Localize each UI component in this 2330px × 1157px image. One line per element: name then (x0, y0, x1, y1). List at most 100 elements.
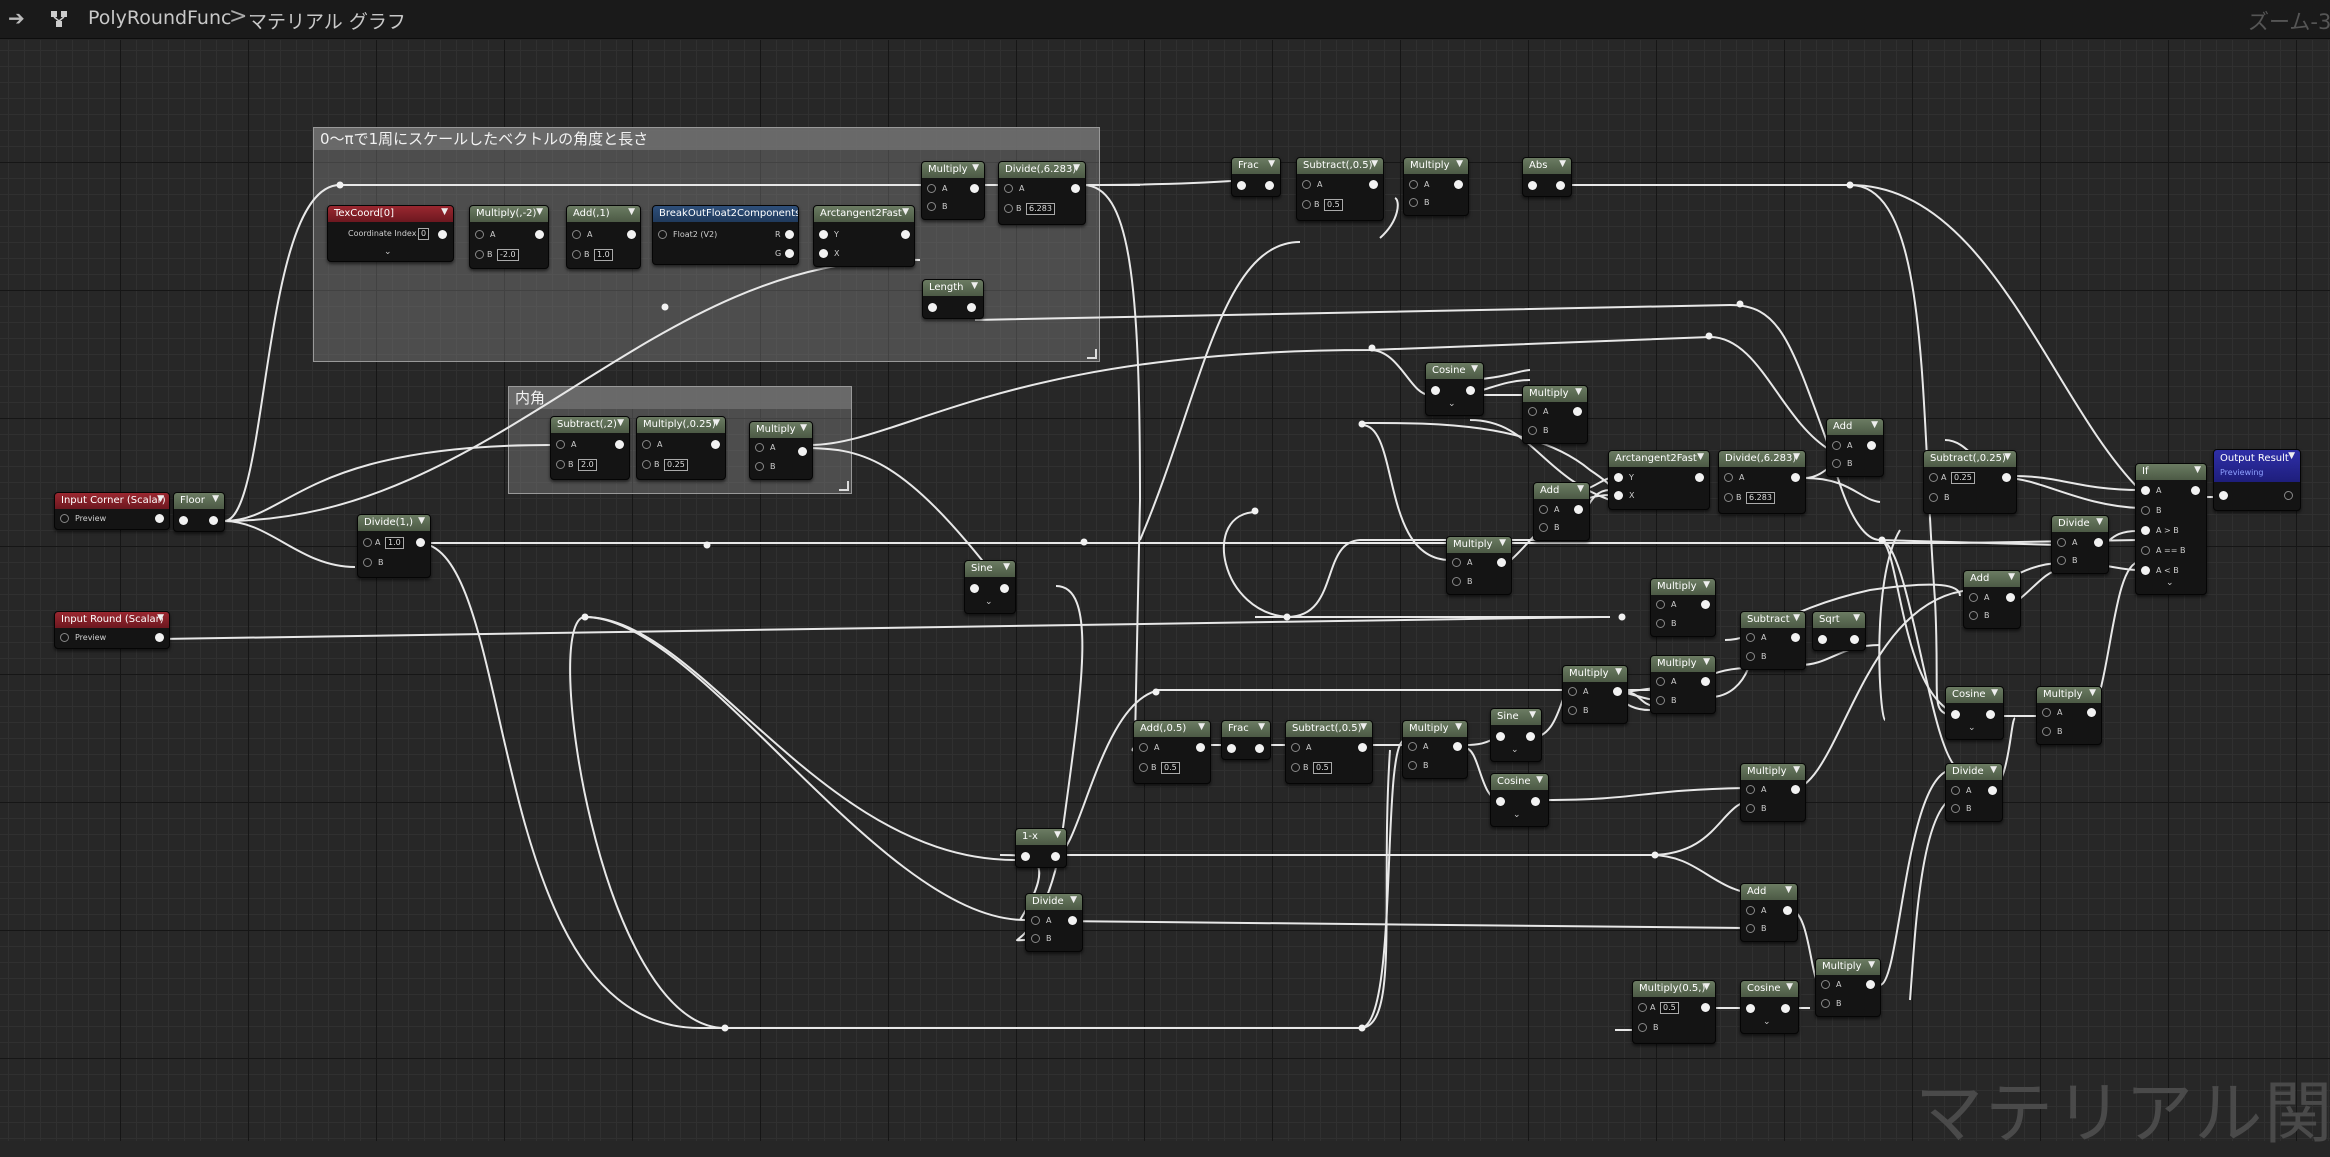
sine-node[interactable]: Sine ▼ ⌄ (1490, 708, 1542, 762)
input-pin-b[interactable] (1302, 200, 1311, 209)
expand-chevron-icon[interactable]: ⌄ (985, 597, 993, 607)
chevron-down-icon[interactable]: ▼ (1577, 484, 1584, 494)
chevron-down-icon[interactable]: ▼ (2004, 452, 2011, 462)
output-pin[interactable] (1453, 742, 1462, 751)
input-pin-a[interactable] (556, 440, 565, 449)
pin-b-value-field[interactable]: 0.5 (1313, 762, 1332, 774)
multiply-node[interactable]: Multiply ▼ A B (749, 421, 813, 480)
output-pin[interactable] (535, 230, 544, 239)
divide-node[interactable]: Divide ▼ A B (2051, 515, 2109, 574)
output-pin[interactable] (1358, 743, 1367, 752)
output-pin[interactable] (209, 516, 218, 525)
cosine-node[interactable]: Cosine ▼ ⌄ (1740, 980, 1799, 1034)
output-pin[interactable] (615, 440, 624, 449)
input-pin-a[interactable] (2057, 538, 2066, 547)
pin-a-value-field[interactable]: 1.0 (385, 537, 404, 549)
output-pin[interactable] (1986, 710, 1995, 719)
input-pin-b[interactable] (1969, 611, 1978, 620)
input-round-node[interactable]: Input Round (Scalar) ▼ Preview (54, 611, 170, 649)
output-pin[interactable] (155, 633, 164, 642)
pin-b-value-field[interactable]: 2.0 (578, 459, 597, 471)
input-pin[interactable] (1431, 386, 1440, 395)
output-pin-g[interactable] (785, 249, 794, 258)
chevron-down-icon[interactable]: ▼ (157, 613, 164, 623)
chevron-down-icon[interactable]: ▼ (972, 163, 979, 173)
chevron-down-icon[interactable]: ▼ (1615, 667, 1622, 677)
input-pin-b[interactable] (572, 250, 581, 259)
chevron-down-icon[interactable]: ▼ (1871, 420, 1878, 430)
input-pin-b[interactable] (363, 558, 372, 567)
input-pin-b[interactable] (1031, 934, 1040, 943)
input-pin-a[interactable] (1004, 184, 1013, 193)
input-pin-b[interactable] (556, 460, 565, 469)
chevron-down-icon[interactable]: ▼ (1990, 765, 1997, 775)
output-pin[interactable] (1866, 980, 1875, 989)
output-pin[interactable] (1574, 505, 1583, 514)
input-pin-a[interactable] (1656, 600, 1665, 609)
input-pin-a[interactable] (1031, 916, 1040, 925)
input-pin[interactable] (1227, 744, 1236, 753)
chevron-down-icon[interactable]: ▼ (713, 418, 720, 428)
multiply-node[interactable]: Multiply ▼ A B (1740, 763, 1806, 822)
output-pin[interactable] (1531, 797, 1540, 806)
chevron-down-icon[interactable]: ▼ (1003, 562, 1010, 572)
texcoord-node[interactable]: TexCoord[0] ▼ Coordinate Index 0 ⌄ (327, 205, 454, 262)
pin-b-value-field[interactable]: 0.5 (1161, 762, 1180, 774)
input-pin-a[interactable] (1139, 743, 1148, 752)
input-pin-b[interactable] (475, 250, 484, 259)
chevron-down-icon[interactable]: ▼ (617, 418, 624, 428)
preview-pin[interactable] (60, 633, 69, 642)
chevron-down-icon[interactable]: ▼ (1258, 722, 1265, 732)
chevron-down-icon[interactable]: ▼ (1793, 765, 1800, 775)
input-pin-b[interactable] (1539, 523, 1548, 532)
arctangent2fast-node[interactable]: Arctangent2Fast ▼ Y X (813, 205, 915, 267)
input-pin[interactable] (2219, 491, 2228, 500)
input-pin[interactable] (179, 516, 188, 525)
chevron-down-icon[interactable]: ▼ (1268, 159, 1275, 169)
input-pin-a[interactable] (363, 538, 372, 547)
output-pin[interactable] (967, 303, 976, 312)
input-pin-b[interactable] (1291, 763, 1300, 772)
input-pin-x[interactable] (1614, 491, 1623, 500)
chevron-down-icon[interactable]: ▼ (1703, 657, 1710, 667)
input-pin-a[interactable] (1821, 980, 1830, 989)
input-pin[interactable] (1818, 635, 1827, 644)
output-pin[interactable] (1701, 677, 1710, 686)
input-pin-float2[interactable] (658, 230, 667, 239)
input-pin-b[interactable] (1832, 459, 1841, 468)
output-pin[interactable] (1000, 584, 1009, 593)
chevron-down-icon[interactable]: ▼ (1471, 364, 1478, 374)
output-pin[interactable] (1255, 744, 1264, 753)
input-pin-b[interactable] (1452, 577, 1461, 586)
output-pin[interactable] (1369, 180, 1378, 189)
output-pin[interactable] (1196, 743, 1205, 752)
input-pin-b[interactable] (1568, 706, 1577, 715)
chevron-down-icon[interactable]: ▼ (1054, 830, 1061, 840)
input-pin-a[interactable] (1452, 558, 1461, 567)
expand-chevron-icon[interactable]: ⌄ (1511, 745, 1519, 755)
input-pin[interactable] (928, 303, 937, 312)
divide-6283-node[interactable]: Divide(,6.283) ▼ A B 6.283 (998, 161, 1086, 225)
multiply-node[interactable]: Multiply ▼ A B (2036, 686, 2102, 745)
chevron-down-icon[interactable]: ▼ (1697, 452, 1704, 462)
divide-1-node[interactable]: Divide(1,) ▼ A 1.0 B (357, 514, 431, 578)
input-pin-a[interactable] (1568, 687, 1577, 696)
subtract-2-node[interactable]: Subtract(,2) ▼ A B 2.0 (550, 416, 630, 480)
multiply-node[interactable]: Multiply ▼ A B (1650, 655, 1716, 714)
add-05-node[interactable]: Add(,0.5) ▼ A B 0.5 (1133, 720, 1211, 784)
chevron-down-icon[interactable]: ▼ (2089, 688, 2096, 698)
add-node[interactable]: Add ▼ A B (1826, 418, 1884, 477)
breakout-float2-node[interactable]: BreakOutFloat2Components Float2 (V2) R G (652, 205, 799, 265)
output-pin[interactable] (1701, 600, 1710, 609)
input-pin-a[interactable] (1656, 677, 1665, 686)
chevron-down-icon[interactable]: ▼ (1070, 895, 1077, 905)
input-pin[interactable] (1496, 732, 1505, 741)
input-pin-a-equals-b[interactable] (2141, 546, 2150, 555)
input-pin-b[interactable] (1746, 652, 1755, 661)
coordinate-index-field[interactable]: 0 (418, 228, 430, 240)
multiply-neg2-node[interactable]: Multiply(,-2) ▼ A B -2.0 (469, 205, 549, 269)
add-node[interactable]: Add ▼ A B (1963, 570, 2021, 629)
one-minus-node[interactable]: 1-x ▼ (1015, 828, 1067, 868)
input-pin-b[interactable] (1638, 1023, 1647, 1032)
input-pin-a[interactable] (1638, 1003, 1647, 1012)
